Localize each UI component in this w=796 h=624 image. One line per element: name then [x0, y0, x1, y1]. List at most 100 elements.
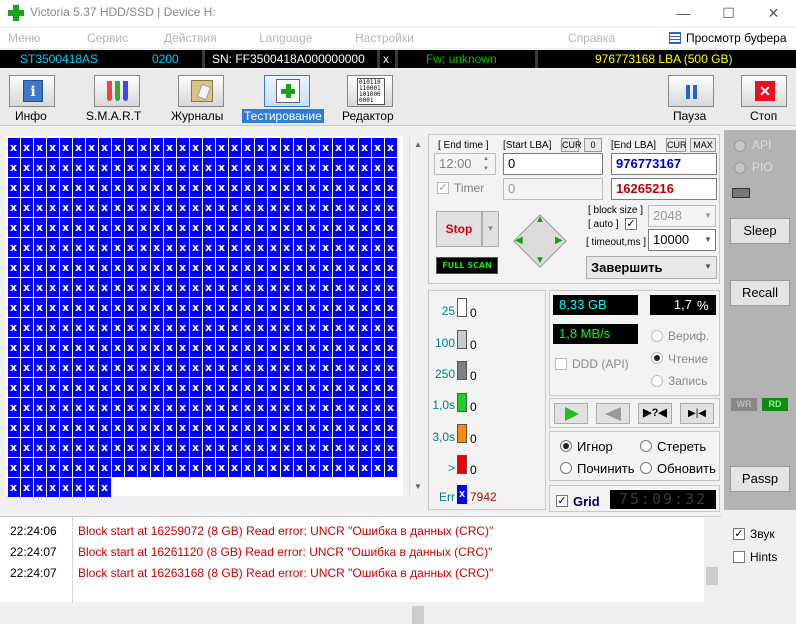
scan-block: x	[7, 418, 20, 437]
grid-checkbox[interactable]: ✓	[556, 495, 568, 507]
start-cur-button[interactable]: CUR	[561, 138, 582, 152]
scan-block: x	[111, 338, 124, 357]
skip-unknown-button[interactable]: ▶?◀	[638, 403, 672, 424]
smart-button[interactable]	[94, 75, 140, 107]
scan-block: x	[176, 238, 189, 257]
scan-block: x	[20, 318, 33, 337]
scan-block: x	[46, 338, 59, 357]
scan-block: x	[358, 198, 371, 217]
finish-action-select[interactable]: Завершить	[586, 256, 717, 279]
editor-button[interactable]: 010110 110001 101000 0001	[347, 75, 393, 107]
scan-block: x	[358, 358, 371, 377]
refresh-label: Обновить	[657, 461, 716, 476]
right-panel: API PIO Sleep Recall WR RD Passp	[724, 130, 796, 510]
play-button[interactable]	[554, 403, 588, 424]
scan-block: x	[306, 238, 319, 257]
t25-label: 25	[441, 304, 455, 318]
scan-block: x	[384, 178, 397, 197]
scan-block: x	[371, 438, 384, 457]
info-label: Инфо	[15, 109, 47, 123]
testing-button[interactable]	[264, 75, 310, 107]
minimize-button[interactable]: —	[661, 0, 706, 26]
scan-block: x	[280, 438, 293, 457]
close-button[interactable]: ✕	[751, 0, 796, 26]
scan-block: x	[98, 338, 111, 357]
buffer-view-link[interactable]: Просмотр буфера	[686, 31, 787, 45]
scan-block: x	[280, 358, 293, 377]
end-lba-input[interactable]: 976773167	[611, 153, 717, 175]
up-arrow-icon[interactable]: ▲	[535, 214, 545, 225]
scan-block: x	[189, 378, 202, 397]
read-radio[interactable]	[651, 352, 663, 364]
full-scan-button[interactable]: FULL SCAN	[436, 257, 498, 274]
scan-block: x	[189, 258, 202, 277]
stop-toolbar-button[interactable]: ✕	[741, 75, 787, 107]
grid-scroll-thumb[interactable]	[412, 606, 424, 624]
scan-block: x	[254, 178, 267, 197]
repair-radio[interactable]	[560, 462, 572, 474]
menu-item-settings[interactable]: Настройки	[355, 31, 414, 45]
ignore-radio[interactable]	[560, 440, 572, 452]
log-scroll-thumb[interactable]	[706, 567, 718, 585]
scan-block: x	[85, 338, 98, 357]
recall-button[interactable]: Recall	[730, 280, 790, 306]
journals-button[interactable]	[178, 75, 224, 107]
scan-block: x	[124, 158, 137, 177]
refresh-radio[interactable]	[640, 462, 652, 474]
journal-icon	[191, 80, 213, 102]
grid-scrollbar[interactable]: ▲ ▼	[409, 136, 426, 624]
scan-block: x	[371, 218, 384, 237]
scan-block: x	[202, 198, 215, 217]
ddd-checkbox[interactable]	[555, 358, 567, 370]
menu-item-help[interactable]: Справка	[568, 31, 615, 45]
scan-block: x	[345, 358, 358, 377]
timer-input[interactable]: 0	[503, 178, 603, 200]
api-radio[interactable]	[734, 140, 746, 152]
end-max-button[interactable]: MAX	[690, 138, 716, 152]
passp-button[interactable]: Passp	[730, 466, 790, 492]
menu-item-actions[interactable]: Действия	[164, 31, 217, 45]
scan-block: x	[319, 438, 332, 457]
timer-checkbox[interactable]: ✓	[437, 182, 449, 194]
left-arrow-icon[interactable]: ◀	[515, 235, 523, 246]
log-scrollbar[interactable]	[704, 517, 721, 603]
time-spinner[interactable]: ▲ ▼	[479, 154, 493, 174]
down-arrow-icon[interactable]: ▼	[535, 255, 545, 266]
stop-dropdown-button[interactable]: ▼	[482, 211, 499, 247]
scan-block: x	[137, 218, 150, 237]
scan-block: x	[46, 198, 59, 217]
write-radio[interactable]	[651, 375, 663, 387]
sleep-button[interactable]: Sleep	[730, 218, 790, 244]
scan-block: x	[228, 178, 241, 197]
scan-block: x	[124, 338, 137, 357]
pio-radio[interactable]	[734, 162, 746, 174]
right-arrow-icon[interactable]: ▶	[555, 235, 563, 246]
info-button[interactable]: i	[9, 75, 55, 107]
scan-block: x	[189, 138, 202, 157]
scan-block: x	[7, 158, 20, 177]
start-lba-input[interactable]: 0	[503, 153, 603, 175]
sound-checkbox[interactable]: ✓	[733, 528, 745, 540]
rewind-button[interactable]	[596, 403, 630, 424]
end-button[interactable]: ▶|◀	[680, 403, 714, 424]
menu-item-menu[interactable]: Меню	[8, 31, 40, 45]
stop-scan-button[interactable]: Stop	[436, 211, 482, 247]
erase-radio[interactable]	[640, 440, 652, 452]
t100-label: 100	[434, 336, 455, 350]
menu-item-language[interactable]: Language	[259, 31, 312, 45]
scan-block: x	[358, 418, 371, 437]
scan-block: x	[215, 218, 228, 237]
end-cur-button[interactable]: CUR	[666, 138, 687, 152]
pause-button[interactable]	[668, 75, 714, 107]
maximize-button[interactable]: ☐	[706, 0, 751, 26]
scan-block: x	[46, 158, 59, 177]
hints-checkbox[interactable]	[733, 551, 745, 563]
direction-pad[interactable]: ▲ ▼ ◀ ▶	[508, 211, 572, 271]
auto-checkbox[interactable]: ✓	[625, 218, 637, 230]
start-zero-button[interactable]: 0	[584, 138, 602, 152]
menu-item-service[interactable]: Сервис	[87, 31, 128, 45]
scan-block: x	[137, 398, 150, 417]
verify-radio[interactable]	[651, 330, 663, 342]
scan-block: x	[7, 138, 20, 157]
scan-block: x	[150, 178, 163, 197]
